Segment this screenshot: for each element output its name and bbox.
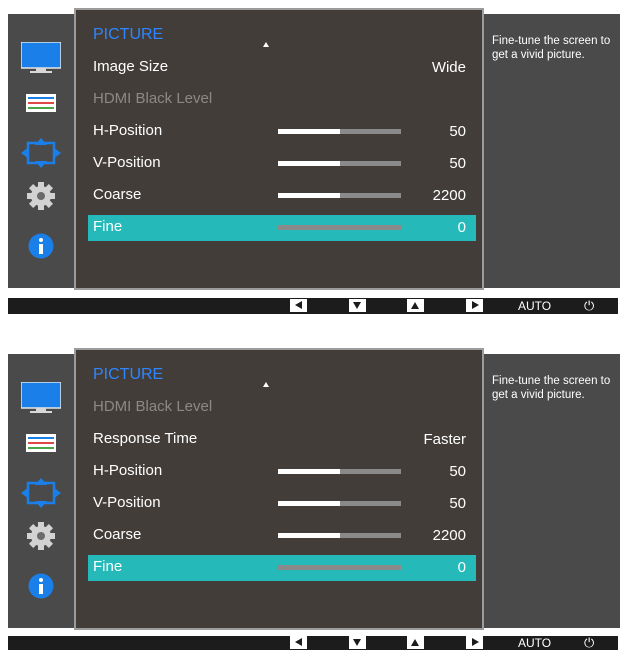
gear-icon[interactable] [27, 522, 55, 555]
menu-item-label: Response Time [93, 430, 198, 447]
menu-item-coarse[interactable]: Coarse 2200 [88, 183, 476, 209]
slider-fill [278, 161, 340, 166]
sidebar [8, 354, 74, 628]
help-panel: Fine-tune the screen to get a vivid pict… [484, 14, 620, 288]
up-arrow-icon [411, 302, 419, 309]
menu-item-value: 2200 [432, 527, 466, 544]
menu-item-value: Wide [431, 59, 466, 76]
menu-item-label: V-Position [93, 154, 161, 171]
color-bars-icon[interactable] [26, 94, 56, 117]
left-arrow-icon [295, 301, 302, 309]
menu-item-label: Coarse [93, 526, 142, 543]
menu-item-image-size[interactable]: Image Size Wide [88, 55, 476, 81]
menu-item-value: 2200 [432, 187, 466, 204]
h-position-slider[interactable] [278, 129, 401, 134]
right-arrow-icon [472, 301, 479, 309]
menu-item-v-position[interactable]: V-Position 50 [88, 491, 476, 517]
menu-item-label: V-Position [93, 494, 161, 511]
slider-fill [278, 193, 340, 198]
power-icon[interactable]: ⏻ [584, 298, 594, 314]
slider-fill [278, 469, 340, 474]
coarse-slider[interactable] [278, 533, 401, 538]
color-bars-icon[interactable] [26, 434, 56, 457]
picture-menu: PICTURE HDMI Black Level Response Time F… [74, 348, 484, 630]
menu-item-value: 0 [457, 559, 466, 576]
menu-item-value: 50 [449, 155, 466, 172]
power-icon[interactable]: ⏻ [584, 635, 594, 651]
menu-item-v-position[interactable]: V-Position 50 [88, 151, 476, 177]
slider-fill [278, 533, 340, 538]
sidebar [8, 14, 74, 288]
gear-icon[interactable] [27, 182, 55, 215]
menu-item-label: Image Size [93, 58, 169, 75]
menu-item-hdmi-black-level: HDMI Black Level [88, 395, 476, 421]
fine-slider[interactable] [278, 565, 401, 570]
menu-item-hdmi-black-level: HDMI Black Level [88, 87, 476, 113]
menu-item-label: H-Position [93, 122, 163, 139]
menu-item-h-position[interactable]: H-Position 50 [88, 119, 476, 145]
menu-item-value: 50 [449, 123, 466, 140]
resize-arrows-icon[interactable] [21, 478, 61, 513]
menu-item-value: 0 [457, 219, 466, 236]
left-button[interactable] [290, 636, 307, 649]
osd-panel-2: PICTURE HDMI Black Level Response Time F… [8, 346, 620, 654]
menu-item-label: H-Position [93, 462, 163, 479]
monitor-icon[interactable] [20, 41, 62, 79]
auto-button[interactable]: AUTO [518, 636, 551, 650]
button-guide-bar: AUTO ⏻ [8, 635, 618, 651]
up-button[interactable] [407, 299, 424, 312]
scroll-up-icon[interactable] [263, 382, 269, 387]
down-arrow-icon [353, 302, 361, 309]
menu-item-value: Faster [423, 431, 466, 448]
menu-item-label: HDMI Black Level [93, 90, 213, 107]
up-button[interactable] [407, 636, 424, 649]
menu-item-coarse[interactable]: Coarse 2200 [88, 523, 476, 549]
right-button[interactable] [466, 636, 483, 649]
help-text: Fine-tune the screen to get a vivid pict… [492, 35, 611, 61]
h-position-slider[interactable] [278, 469, 401, 474]
menu-item-label: Fine [93, 218, 123, 235]
osd-panel-1: PICTURE Image Size Wide HDMI Black Level… [8, 6, 620, 314]
menu-item-fine[interactable]: Fine 0 [88, 215, 476, 241]
auto-button[interactable]: AUTO [518, 299, 551, 313]
menu-item-label: Fine [93, 558, 123, 575]
left-arrow-icon [295, 638, 302, 646]
menu-item-value: 50 [449, 495, 466, 512]
v-position-slider[interactable] [278, 501, 401, 506]
menu-item-response-time[interactable]: Response Time Faster [88, 427, 476, 453]
coarse-slider[interactable] [278, 193, 401, 198]
help-text: Fine-tune the screen to get a vivid pict… [492, 375, 611, 401]
fine-slider[interactable] [278, 225, 401, 230]
menu-item-value: 50 [449, 463, 466, 480]
menu-title: PICTURE [93, 366, 164, 383]
info-icon[interactable] [28, 573, 54, 604]
scroll-up-icon[interactable] [263, 42, 269, 47]
monitor-icon[interactable] [20, 381, 62, 419]
button-guide-bar: AUTO ⏻ [8, 298, 618, 314]
down-arrow-icon [353, 639, 361, 646]
picture-menu: PICTURE Image Size Wide HDMI Black Level… [74, 8, 484, 290]
menu-title: PICTURE [93, 26, 164, 43]
left-button[interactable] [290, 299, 307, 312]
menu-item-label: Coarse [93, 186, 142, 203]
v-position-slider[interactable] [278, 161, 401, 166]
up-arrow-icon [411, 639, 419, 646]
down-button[interactable] [349, 636, 366, 649]
resize-arrows-icon[interactable] [21, 138, 61, 173]
menu-item-label: HDMI Black Level [93, 398, 213, 415]
menu-item-h-position[interactable]: H-Position 50 [88, 459, 476, 485]
right-arrow-icon [472, 638, 479, 646]
info-icon[interactable] [28, 233, 54, 264]
slider-fill [278, 501, 340, 506]
help-panel: Fine-tune the screen to get a vivid pict… [484, 354, 620, 628]
right-button[interactable] [466, 299, 483, 312]
slider-fill [278, 129, 340, 134]
down-button[interactable] [349, 299, 366, 312]
menu-item-fine[interactable]: Fine 0 [88, 555, 476, 581]
